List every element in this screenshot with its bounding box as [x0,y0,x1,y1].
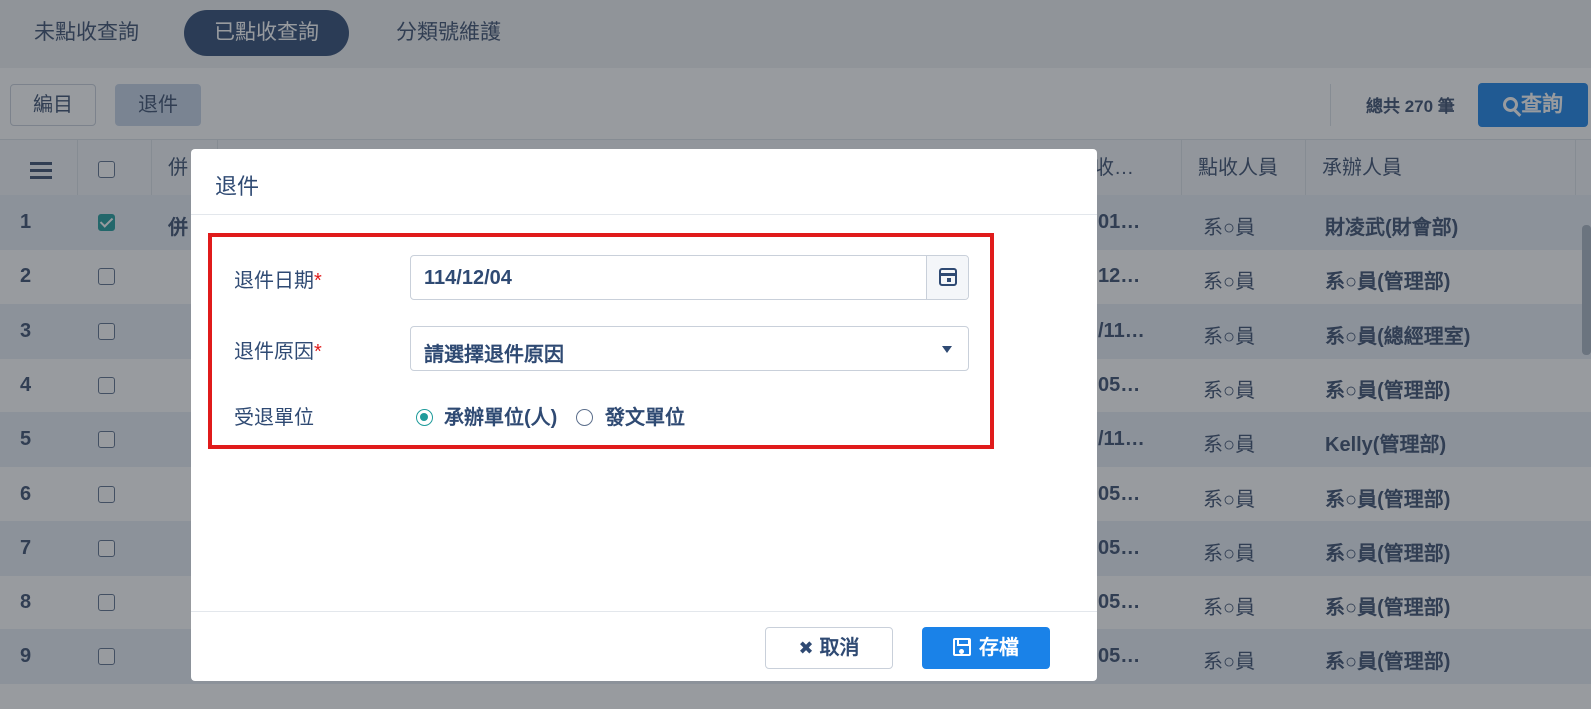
return-date-value: 114/12/04 [424,267,512,289]
radio-handling-unit-label[interactable]: 承辦單位(人) [444,401,557,430]
return-reason-label: 退件原因* [234,341,322,363]
save-label: 存檔 [979,637,1019,659]
dialog-title: 退件 [215,174,260,199]
recipient-label: 受退單位 [234,407,314,429]
return-date-field[interactable]: 114/12/04 [410,255,969,300]
cancel-button[interactable]: ✖ 取消 [765,627,893,669]
header-divider [191,214,1097,215]
calendar-button[interactable] [926,256,968,299]
cancel-label: 取消 [819,637,860,659]
calendar-icon [939,268,957,286]
return-dialog: 退件 退件日期* 114/12/04 退件原因* 請選擇退件原因 受退單位 承辦… [191,149,1097,681]
save-button[interactable]: 存檔 [922,627,1050,669]
radio-issuing-unit[interactable] [576,409,593,426]
close-icon: ✖ [798,638,814,658]
floppy-disk-icon [953,638,971,656]
return-date-label: 退件日期* [234,270,322,292]
radio-handling-unit[interactable] [416,409,433,426]
chevron-down-icon [942,346,952,353]
radio-issuing-unit-label[interactable]: 發文單位 [605,401,685,430]
return-reason-placeholder: 請選擇退件原因 [424,344,564,366]
return-reason-select[interactable]: 請選擇退件原因 [410,326,969,371]
footer-divider [191,611,1097,612]
